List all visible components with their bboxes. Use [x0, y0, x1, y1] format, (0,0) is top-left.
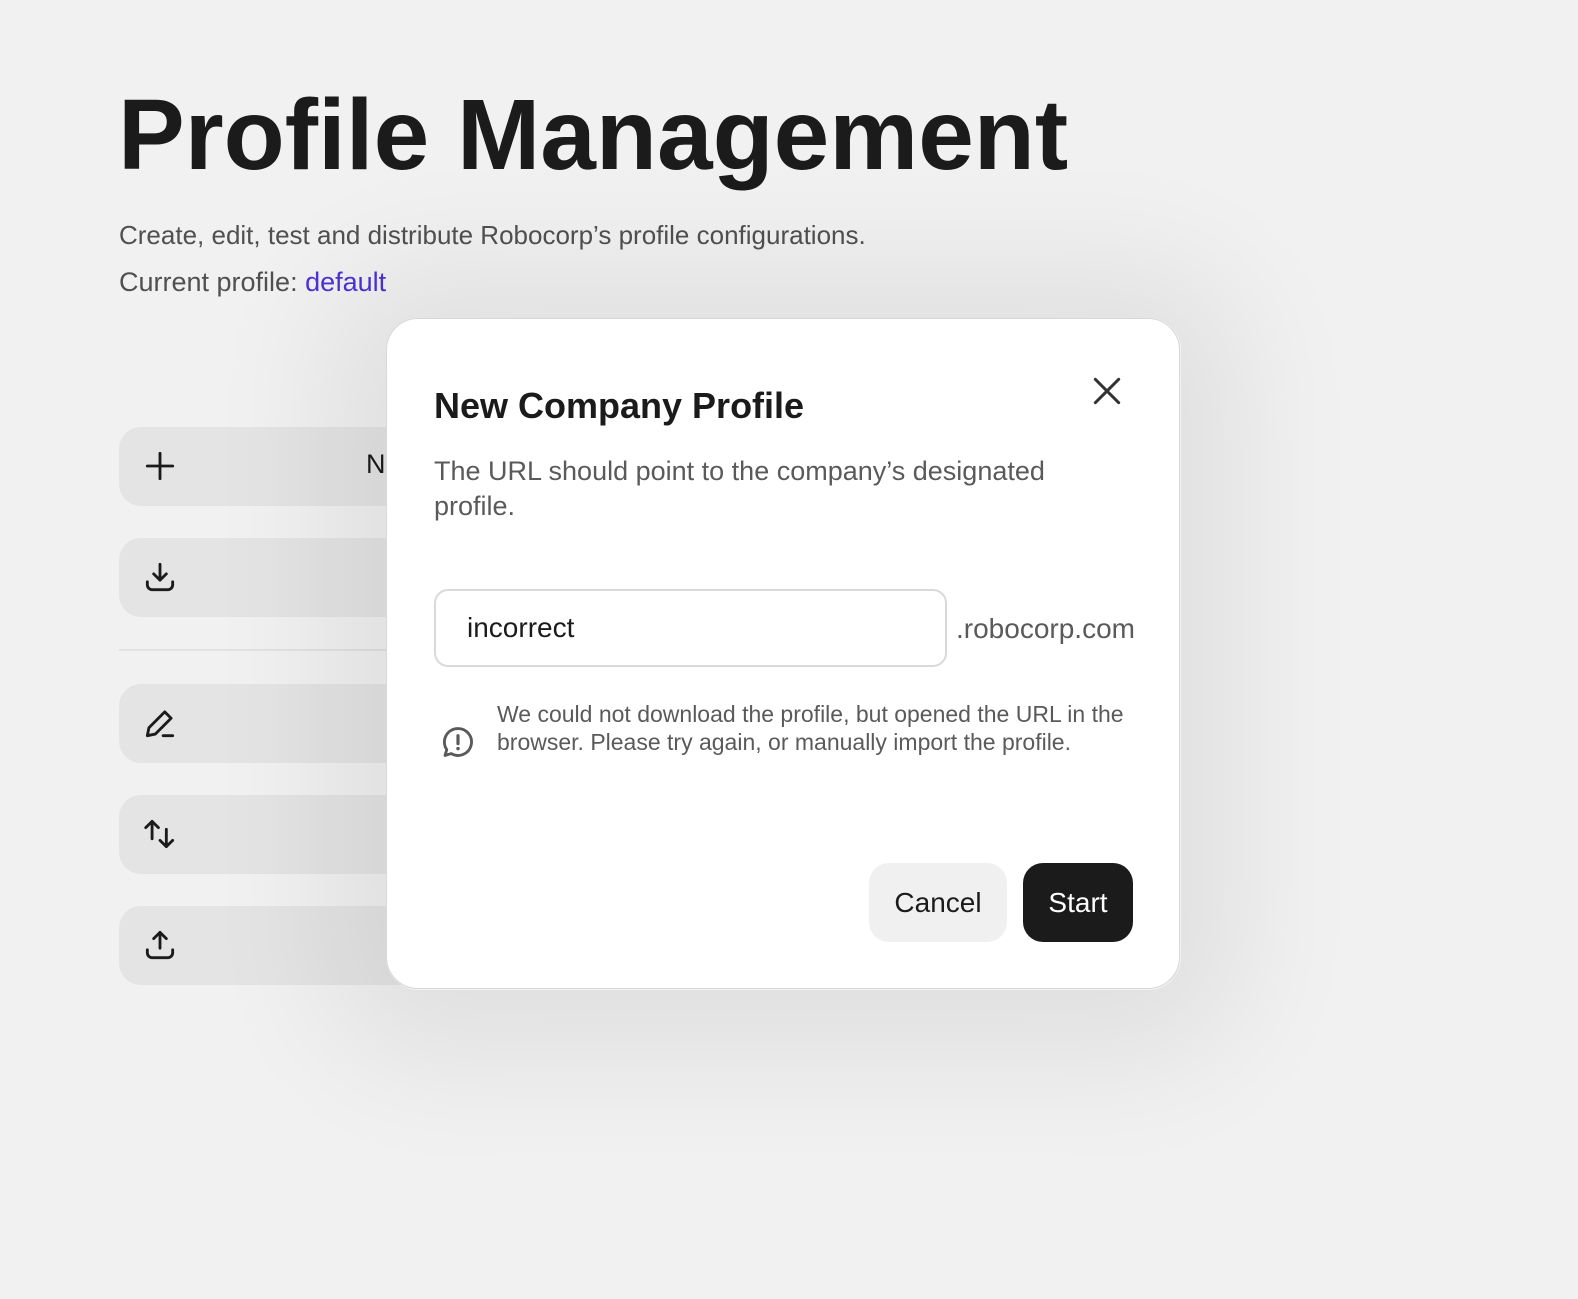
company-subdomain-input[interactable] — [434, 589, 947, 667]
dialog-description: The URL should point to the company’s de… — [434, 456, 1045, 521]
new-company-profile-dialog: New Company Profile The URL should point… — [386, 318, 1180, 989]
domain-suffix: .robocorp.com — [956, 613, 1135, 644]
switch-icon — [144, 819, 175, 849]
current-profile-link[interactable]: default — [305, 267, 386, 297]
page-subtitle: Create, edit, test and distribute Roboco… — [119, 220, 866, 250]
current-profile-label: Current profile: — [119, 267, 298, 297]
edit-icon — [145, 710, 175, 738]
close-icon[interactable] — [1087, 371, 1127, 411]
plus-icon — [145, 451, 175, 481]
start-button[interactable]: Start — [1023, 863, 1133, 942]
upload-icon — [145, 930, 175, 960]
error-message: We could not download the profile, but o… — [497, 701, 1124, 755]
dialog-title: New Company Profile — [434, 385, 805, 426]
current-profile: Current profile: default — [119, 267, 386, 298]
cancel-button[interactable]: Cancel — [869, 863, 1007, 942]
page-title: Profile Management — [118, 79, 1069, 191]
download-icon — [145, 562, 175, 592]
alert-message-icon — [443, 727, 473, 757]
action-label: N — [366, 449, 386, 479]
